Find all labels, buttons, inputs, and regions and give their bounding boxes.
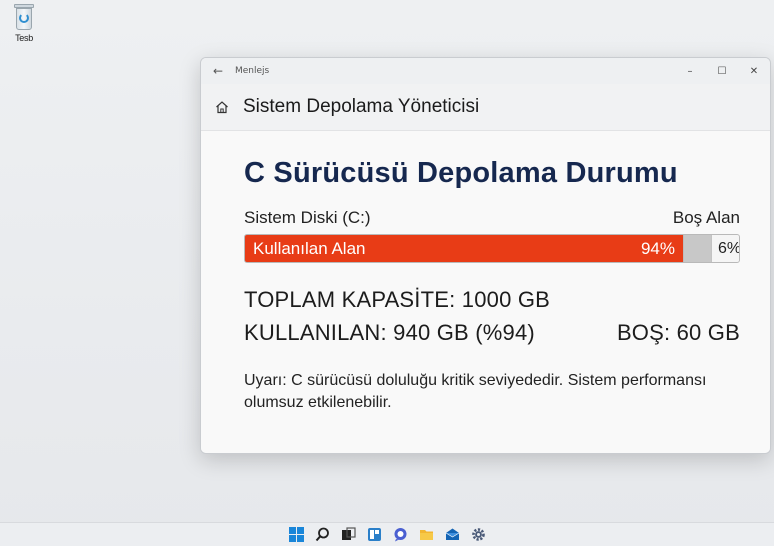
home-icon[interactable]: [215, 100, 229, 114]
maximize-button[interactable]: ☐: [706, 66, 738, 77]
back-arrow-icon[interactable]: ←: [201, 64, 235, 78]
used-bar-label: Kullanılan Alan: [253, 238, 366, 258]
disk-label: Sistem Diski (C:): [244, 208, 371, 227]
used-space-segment: Kullanılan Alan 94%: [245, 235, 683, 262]
used-percent: 94%: [640, 238, 675, 258]
title-bar[interactable]: ← Menlejs – ☐ ✕: [201, 58, 770, 84]
free-percent: 6%: [718, 239, 740, 257]
app-title: Menlejs: [235, 66, 270, 76]
free-capacity: BOŞ: 60 GB: [616, 320, 740, 345]
recycle-bin-desktop-icon[interactable]: Tesb: [9, 4, 39, 43]
windows-start-icon[interactable]: [288, 526, 305, 543]
widgets-icon[interactable]: [366, 526, 383, 543]
recycle-bin-icon: [13, 4, 35, 32]
storage-title: C Sürücüsü Depolama Durumu: [244, 157, 678, 189]
bar-labels: Sistem Diski (C:) Boş Alan: [244, 208, 740, 228]
bar-separator: [683, 235, 711, 262]
storage-manager-window: ← Menlejs – ☐ ✕ Sistem Depolama Yönetici…: [200, 57, 771, 454]
recycle-bin-label: Tesb: [15, 33, 33, 43]
storage-usage-bar: Kullanılan Alan 94% 6%: [244, 234, 740, 263]
file-explorer-icon[interactable]: [418, 526, 435, 543]
minimize-button[interactable]: –: [674, 66, 706, 77]
mail-icon[interactable]: [444, 526, 461, 543]
page-header: Sistem Depolama Yöneticisi: [201, 84, 770, 130]
used-capacity: KULLANILAN: 940 GB (%94): [244, 320, 535, 345]
close-button[interactable]: ✕: [738, 66, 770, 77]
search-icon[interactable]: [314, 526, 331, 543]
total-capacity: TOPLAM KAPASİTE: 1000 GB: [244, 287, 551, 312]
warning-message: Uyarı: C sürücüsü doluluğu kritik seviye…: [244, 372, 707, 411]
taskbar: [0, 522, 774, 546]
usage-summary-row: KULLANILAN: 940 GB (%94) BOŞ: 60 GB: [244, 320, 740, 346]
free-space-segment: 6%: [711, 235, 739, 262]
content-pane: C Sürücüsü Depolama Durumu Sistem Diski …: [201, 130, 770, 453]
task-view-icon[interactable]: [340, 526, 357, 543]
page-title: Sistem Depolama Yöneticisi: [243, 96, 480, 117]
chat-icon[interactable]: [392, 526, 409, 543]
free-space-label: Boş Alan: [672, 208, 740, 227]
settings-icon[interactable]: [470, 526, 487, 543]
